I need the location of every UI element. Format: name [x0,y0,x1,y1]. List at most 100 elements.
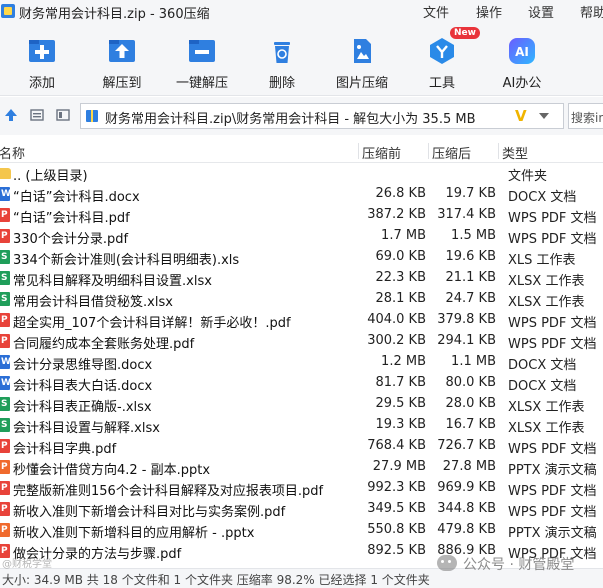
file-row[interactable]: W “白话”会计科目.docx 26.8 KB 19.7 KB DOCX 文档 [0,184,603,205]
file-list: .. (上级目录) 文件夹 W “白话”会计科目.docx 26.8 KB 19.7 KB… [0,163,603,568]
address-bar[interactable]: 财务常用会计科目.zip\财务常用会计科目 - 解包大小为 35.5 MB V [80,103,564,129]
pdf-file-icon: P [0,229,10,243]
column-name[interactable]: 名称 [0,143,25,162]
file-row[interactable]: W 会计分录思维导图.docx 1.2 MB 1.1 MB DOCX 文档 [0,352,603,373]
file-size: 22.3 KB [375,270,426,285]
file-row[interactable]: S 会计科目设置与解释.xlsx 19.3 KB 16.7 KB XLSX 工作表 [0,415,603,436]
menu-file[interactable]: 文件 [423,2,449,21]
file-type: XLS 工作表 [508,253,576,268]
pdf-file-icon: P [0,208,10,222]
file-size: 768.4 KB [367,438,426,453]
file-type: WPS PDF 文档 [508,232,597,247]
file-compressed-size: 344.8 KB [437,501,496,516]
column-divider[interactable] [498,143,499,159]
pdf-file-icon: P [0,439,10,453]
file-icon-glyph: W [1,357,11,367]
app-window: 财务常用会计科目.zip - 360压缩 文件 操作 设置 帮助 添加 解压到 [0,0,603,588]
new-badge: New [450,27,480,39]
file-size: 29.5 KB [375,396,426,411]
one-click-extract-icon [189,40,215,62]
file-row[interactable]: S 常见科目解释及明细科目设置.xlsx 22.3 KB 21.1 KB XLSX 工作… [0,268,603,289]
one-click-extract-button[interactable]: 一键解压 [166,22,238,96]
watermark-small: @财税学堂 [2,559,52,570]
file-row[interactable]: P “白话”会计科目.pdf 387.2 KB 317.4 KB WPS PDF 文档 [0,205,603,226]
file-type: DOCX 文档 [508,379,577,394]
file-row[interactable]: S 会计科目表正确版-.xlsx 29.5 KB 28.0 KB XLSX 工作表 [0,394,603,415]
file-size: 81.7 KB [375,375,426,390]
file-row[interactable]: P 330个会计分录.pdf 1.7 MB 1.5 MB WPS PDF 文档 [0,226,603,247]
file-compressed-size: 1.1 MB [451,354,496,369]
file-compressed-size: 726.7 KB [437,438,496,453]
extract-to-button[interactable]: 解压到 [86,22,158,96]
app-logo-icon [1,4,15,18]
up-arrow-icon[interactable] [4,108,18,122]
menu-help[interactable]: 帮助 [580,2,603,21]
folder-file-icon [0,168,11,179]
window-title: 财务常用会计科目.zip - 360压缩 [19,7,210,22]
file-icon-glyph: S [1,252,8,262]
column-type[interactable]: 类型 [502,143,528,162]
xls-file-icon: S [0,397,10,411]
file-row[interactable]: P 合同履约成本全套账务处理.pdf 300.2 KB 294.1 KB WPS PDF… [0,331,603,352]
ppt-file-icon: P [0,460,10,474]
file-row[interactable]: P 完整版新准则156个会计科目解释及对应报表项目.pdf 992.3 KB 969.… [0,478,603,499]
parent-folder-row[interactable]: .. (上级目录) 文件夹 [0,163,603,184]
status-text: 大小: 34.9 MB 共 18 个文件和 1 个文件夹 压缩率 98.2% 已… [2,573,430,587]
title-bar: 财务常用会计科目.zip - 360压缩 文件 操作 设置 帮助 [0,0,603,22]
file-size: 349.5 KB [367,501,426,516]
file-icon-glyph: S [1,294,8,304]
column-divider[interactable] [428,143,429,159]
file-row[interactable]: P 新收入准则下新增科目的应用解析 - .pptx 550.8 KB 479.8 KB… [0,520,603,541]
file-compressed-size: 1.5 MB [451,228,496,243]
toolbar: 添加 解压到 一键解压 删除 图片压缩 New 工具 AI AI办公 [0,22,603,96]
menu-operation[interactable]: 操作 [476,2,502,21]
file-size: 1.2 MB [381,354,426,369]
xls-file-icon: S [0,418,10,432]
file-name: 330个会计分录.pdf [13,232,129,247]
file-row[interactable]: P 新收入准则下新增会计科目对比与实务案例.pdf 349.5 KB 344.8 KB… [0,499,603,520]
column-header: 名称 压缩前 压缩后 类型 [0,139,603,163]
file-row[interactable]: P 超全实用_107个会计科目详解！新手必收！.pdf 404.0 KB 379.8 … [0,310,603,331]
file-icon-glyph: P [1,210,8,220]
column-divider[interactable] [358,143,359,159]
watermark-text: 公众号 · 财管殿堂 [463,557,575,573]
list-view-icon[interactable] [30,108,44,122]
file-name: “白话”会计科目.docx [13,190,140,205]
file-icon-glyph: P [1,504,8,514]
file-row[interactable]: S 334个新会计准则(会计科目明细表).xls 69.0 KB 19.6 KB XLS… [0,247,603,268]
pdf-file-icon: P [0,313,10,327]
column-compressed[interactable]: 压缩后 [432,143,471,162]
file-name: “白话”会计科目.pdf [13,211,130,226]
file-size: 69.0 KB [375,249,426,264]
file-size: 19.3 KB [375,417,426,432]
file-name: 会计分录思维导图.docx [13,358,153,373]
file-row[interactable]: W 会计科目表大白话.docx 81.7 KB 80.0 KB DOCX 文档 [0,373,603,394]
column-size[interactable]: 压缩前 [362,143,401,162]
file-compressed-size: 379.8 KB [437,312,496,327]
file-type: PPTX 演示文稿 [508,463,597,478]
add-button[interactable]: 添加 [6,22,78,96]
file-icon-glyph: P [1,315,8,325]
extract-to-label: 解压到 [102,76,142,91]
detail-view-icon[interactable] [56,108,70,122]
file-name: 会计科目表大白话.docx [13,379,153,394]
delete-button[interactable]: 删除 [246,22,318,96]
file-icon-glyph: S [1,273,8,283]
trash-icon [274,42,290,63]
file-row[interactable]: S 常用会计科目借贷秘笈.xlsx 28.1 KB 24.7 KB XLSX 工作表 [0,289,603,310]
chevron-down-icon[interactable] [539,113,549,119]
file-row[interactable]: P 会计科目字典.pdf 768.4 KB 726.7 KB WPS PDF 文档 [0,436,603,457]
file-compressed-size: 294.1 KB [437,333,496,348]
file-name: 秒懂会计借贷方向4.2 - 副本.pptx [13,463,211,478]
ai-office-button[interactable]: AI AI办公 [486,22,558,96]
image-compress-button[interactable]: 图片压缩 [326,22,398,96]
file-icon-glyph: W [1,189,11,199]
extract-to-icon [109,40,135,62]
file-size: 27.9 MB [372,459,426,474]
search-input[interactable]: 搜索in [568,103,603,129]
file-row[interactable]: P 秒懂会计借贷方向4.2 - 副本.pptx 27.9 MB 27.8 MB PPTX… [0,457,603,478]
tools-button[interactable]: New 工具 [406,22,480,96]
file-type: DOCX 文档 [508,358,577,373]
menu-settings[interactable]: 设置 [528,2,554,21]
v-icon[interactable]: V [515,107,527,125]
